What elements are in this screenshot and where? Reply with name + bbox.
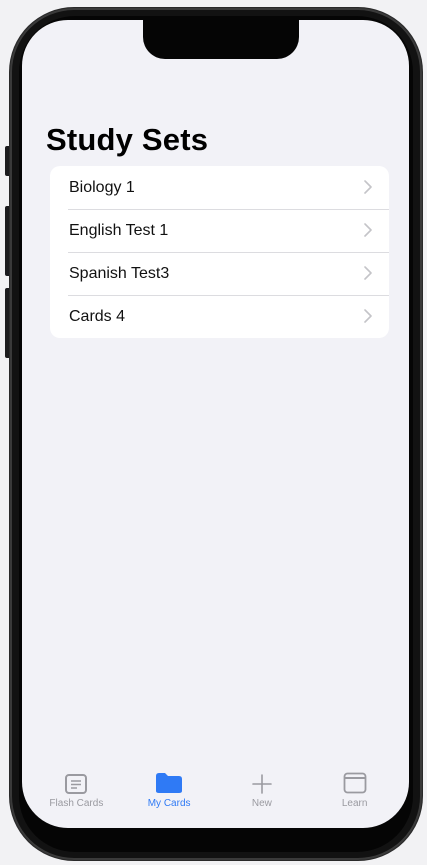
tab-flash-cards[interactable]: Flash Cards	[36, 768, 116, 828]
app-screen: Study Sets Biology 1 English Test 1 Span…	[22, 20, 409, 828]
notch	[143, 20, 299, 59]
tab-learn[interactable]: Learn	[315, 768, 395, 828]
list-item[interactable]: English Test 1	[50, 209, 389, 252]
tab-label: New	[251, 798, 272, 809]
tab-label: My Cards	[147, 798, 191, 809]
list-item[interactable]: Biology 1	[50, 166, 389, 209]
list-item[interactable]: Cards 4	[50, 295, 389, 338]
list-item[interactable]: Spanish Test3	[50, 252, 389, 295]
chevron-right-icon	[364, 266, 372, 280]
device-frame-area: Study Sets Biology 1 English Test 1 Span…	[0, 0, 427, 865]
study-set-label: Spanish Test3	[69, 264, 170, 282]
study-sets-list: Biology 1 English Test 1 Spanish Test3 C…	[50, 166, 389, 338]
tab-bar: Flash Cards My Cards New Learn	[22, 768, 409, 828]
tab-my-cards[interactable]: My Cards	[129, 768, 209, 828]
study-set-label: Cards 4	[69, 307, 126, 325]
window-icon	[343, 768, 367, 794]
study-set-label: English Test 1	[69, 221, 169, 239]
tab-new[interactable]: New	[222, 768, 302, 828]
study-set-label: Biology 1	[69, 178, 135, 196]
tab-label: Flash Cards	[49, 798, 104, 809]
chevron-right-icon	[364, 180, 372, 194]
plus-icon	[252, 768, 272, 794]
flash-cards-icon	[65, 768, 88, 794]
tab-label: Learn	[341, 798, 368, 809]
page-title: Study Sets	[46, 122, 209, 157]
folder-icon	[155, 768, 183, 794]
chevron-right-icon	[364, 309, 372, 323]
chevron-right-icon	[364, 223, 372, 237]
